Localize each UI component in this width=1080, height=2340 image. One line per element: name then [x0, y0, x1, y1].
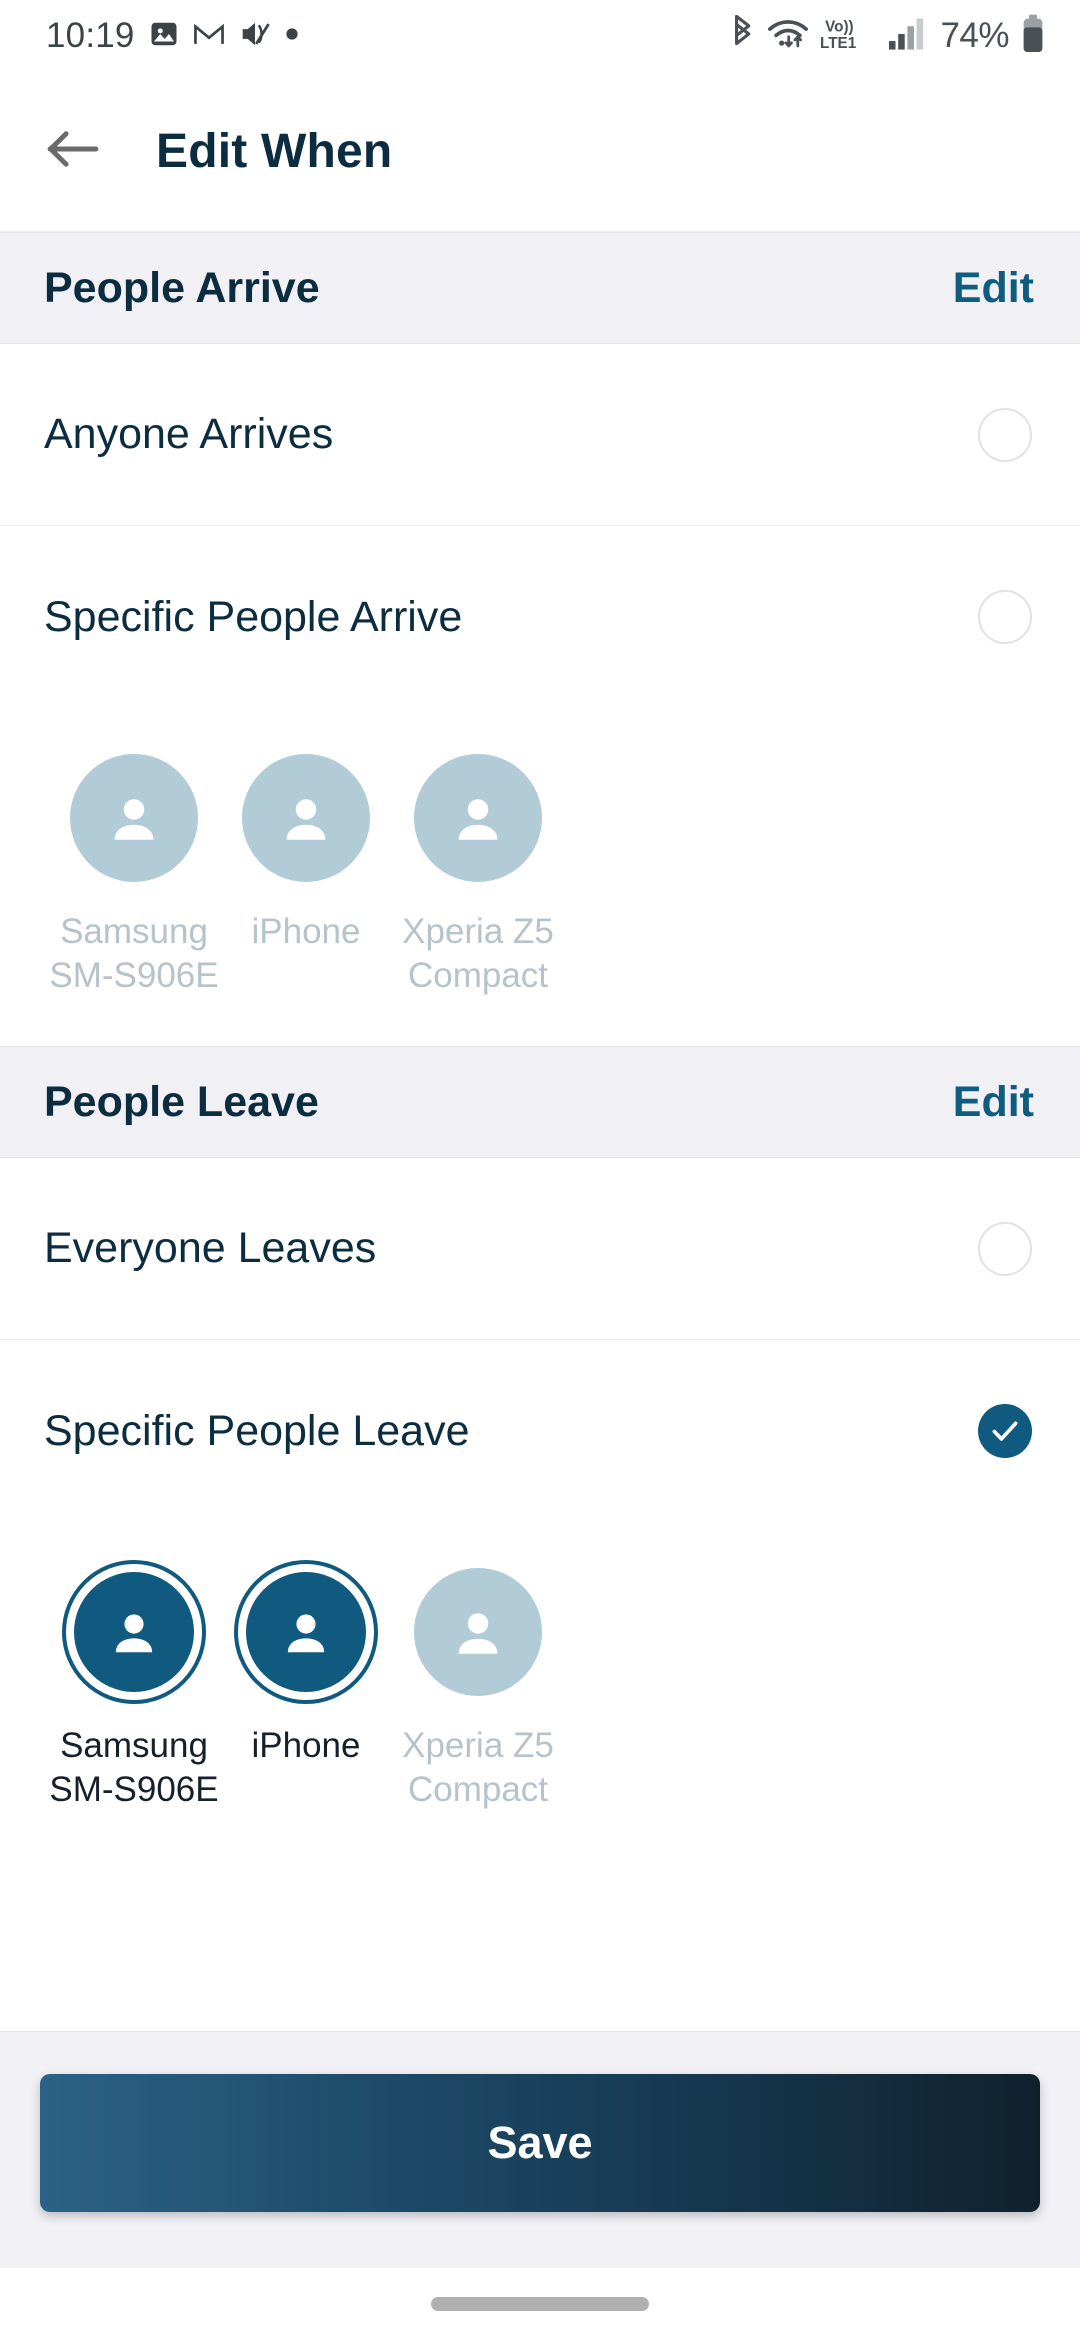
- person-name: Xperia Z5 Compact: [402, 1726, 554, 1809]
- avatar-wrap: [406, 746, 550, 890]
- option-label: Everyone Leaves: [44, 1224, 377, 1272]
- status-bar: 10:19 Vo)) LTE1 74%: [0, 0, 1080, 72]
- footer-bar: Save: [0, 2031, 1080, 2268]
- avatar-wrap: [62, 746, 206, 890]
- person-name: Xperia Z5 Compact: [402, 912, 554, 995]
- photos-icon: [149, 19, 179, 54]
- person-name: iPhone: [251, 1726, 361, 1765]
- people-strip-arrive: Samsung SM-S906E iPhone Xperia Z5 Compac…: [0, 708, 1080, 1046]
- avatar-wrap: [62, 1560, 206, 1704]
- person-name: Samsung SM-S906E: [49, 1726, 219, 1809]
- option-label: Specific People Arrive: [44, 592, 463, 641]
- radio-specific-people-arrive[interactable]: [978, 590, 1032, 644]
- status-clock: 10:19: [46, 16, 135, 55]
- status-bar-right: Vo)) LTE1 74%: [728, 14, 1046, 59]
- person-chip[interactable]: iPhone: [220, 746, 392, 998]
- page-title: Edit When: [156, 125, 393, 178]
- volte-icon: Vo)) LTE1: [820, 16, 876, 57]
- section-header-people-leave: People Leave Edit: [0, 1046, 1080, 1158]
- avatar-wrap: [406, 1560, 550, 1704]
- person-name: iPhone: [251, 912, 361, 951]
- person-icon: [114, 799, 154, 840]
- option-row-specific-people-leave[interactable]: Specific People Leave: [0, 1340, 1080, 1522]
- bluetooth-icon: [728, 14, 756, 58]
- person-name: Samsung SM-S906E: [49, 912, 219, 995]
- avatar: [70, 754, 198, 882]
- option-label: Anyone Arrives: [44, 410, 334, 458]
- avatar: [74, 1572, 194, 1692]
- person-chip[interactable]: Xperia Z5 Compact: [392, 1560, 564, 1812]
- option-row-specific-people-arrive[interactable]: Specific People Arrive: [0, 526, 1080, 708]
- home-indicator[interactable]: [431, 2297, 649, 2311]
- section-title: People Leave: [44, 1077, 319, 1126]
- option-row-everyone-leaves[interactable]: Everyone Leaves: [0, 1158, 1080, 1340]
- avatar: [246, 1572, 366, 1692]
- edit-people-leave-button[interactable]: Edit: [949, 1068, 1038, 1137]
- avatar: [242, 754, 370, 882]
- svg-text:LTE1: LTE1: [820, 35, 857, 52]
- avatar-wrap: [234, 746, 378, 890]
- person-chip[interactable]: Samsung SM-S906E: [48, 1560, 220, 1812]
- section-title: People Arrive: [44, 263, 320, 312]
- person-icon: [458, 1613, 498, 1654]
- person-chip[interactable]: Samsung SM-S906E: [48, 746, 220, 998]
- person-icon: [115, 1614, 153, 1653]
- arrow-left-icon: [47, 129, 99, 174]
- option-row-anyone-arrives[interactable]: Anyone Arrives: [0, 344, 1080, 526]
- dot-icon: [285, 27, 299, 46]
- back-button[interactable]: [34, 113, 112, 191]
- radio-specific-people-leave[interactable]: [978, 1404, 1032, 1458]
- gmail-icon: [193, 21, 225, 52]
- battery-percent-label: 74%: [940, 16, 1009, 55]
- section-header-people-arrive: People Arrive Edit: [0, 232, 1080, 344]
- person-chip[interactable]: iPhone: [220, 1560, 392, 1812]
- save-button[interactable]: Save: [40, 2074, 1040, 2212]
- person-icon: [286, 799, 326, 840]
- person-chip[interactable]: Xperia Z5 Compact: [392, 746, 564, 998]
- navigation-bar: [0, 2268, 1080, 2340]
- edit-people-arrive-button[interactable]: Edit: [949, 254, 1038, 323]
- check-icon: [992, 1421, 1018, 1441]
- avatar-wrap: [234, 1560, 378, 1704]
- option-label: Specific People Leave: [44, 1406, 470, 1455]
- radio-anyone-arrives[interactable]: [978, 407, 1032, 462]
- svg-text:Vo)): Vo)): [826, 18, 855, 35]
- radio-everyone-leaves[interactable]: [978, 1221, 1032, 1276]
- app-bar: Edit When: [0, 72, 1080, 232]
- avatar: [414, 754, 542, 882]
- person-icon: [287, 1614, 325, 1653]
- status-bar-left: 10:19: [46, 16, 299, 56]
- person-icon: [458, 799, 498, 840]
- phone-screen: 10:19 Vo)) LTE1 74% Edit When People Arr…: [0, 0, 1080, 2340]
- wifi-icon: [767, 17, 809, 56]
- people-strip-leave: Samsung SM-S906E iPhone Xperia Z5 Compac…: [0, 1522, 1080, 1860]
- settings-list: People Arrive Edit Anyone Arrives Specif…: [0, 232, 1080, 2031]
- battery-icon: [1020, 14, 1046, 59]
- mute-icon: [239, 20, 271, 53]
- signal-icon: [887, 17, 925, 56]
- avatar: [414, 1568, 542, 1696]
